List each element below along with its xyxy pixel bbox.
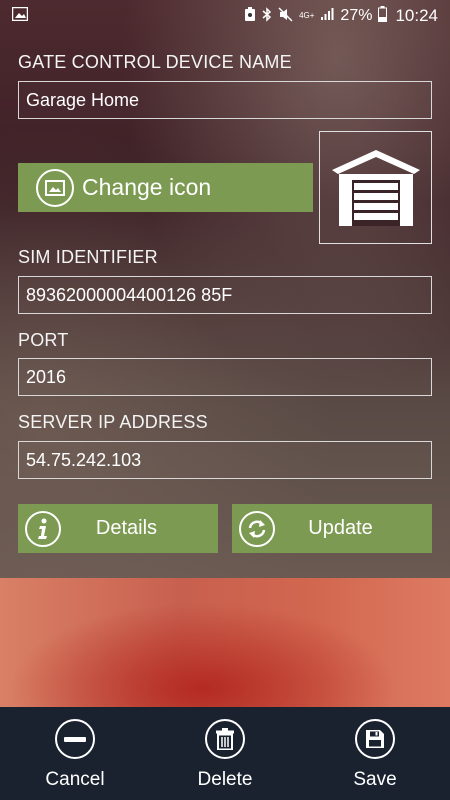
refresh-icon xyxy=(239,510,275,547)
update-label: Update xyxy=(308,517,373,539)
status-bar: 4G+ 27% 10:24 xyxy=(0,0,450,32)
battery-saver-icon xyxy=(244,6,256,26)
port-label: PORT xyxy=(18,330,69,350)
device-name-label: GATE CONTROL DEVICE NAME xyxy=(18,52,292,72)
image-icon xyxy=(36,168,74,207)
garage-icon xyxy=(331,149,420,226)
update-button[interactable]: Update xyxy=(232,504,432,553)
server-ip-input[interactable]: 54.75.242.103 xyxy=(18,441,432,479)
clock: 10:24 xyxy=(395,6,438,25)
minus-circle-icon xyxy=(55,719,95,759)
sim-identifier-label: SIM IDENTIFIER xyxy=(18,247,158,267)
details-label: Details xyxy=(95,517,158,539)
cancel-button[interactable]: Cancel xyxy=(20,719,130,791)
battery-percent: 27% xyxy=(340,7,373,24)
change-icon-button[interactable]: Change icon xyxy=(18,163,313,212)
delete-label: Delete xyxy=(197,769,253,790)
floppy-icon xyxy=(355,719,395,759)
port-input[interactable]: 2016 xyxy=(18,358,432,396)
save-label: Save xyxy=(353,769,397,790)
device-name-input[interactable]: Garage Home xyxy=(18,81,432,119)
battery-icon xyxy=(378,6,388,26)
bluetooth-icon xyxy=(262,6,272,26)
server-ip-label: SERVER IP ADDRESS xyxy=(18,412,208,432)
network-type: 4G+ xyxy=(299,11,315,20)
cancel-label: Cancel xyxy=(45,769,105,790)
trash-icon xyxy=(205,719,245,759)
mute-icon xyxy=(278,6,293,26)
bottom-action-bar: Cancel Delete Save xyxy=(0,707,450,800)
save-button[interactable]: Save xyxy=(320,719,430,791)
gallery-notification-icon xyxy=(11,6,29,25)
device-icon-preview[interactable] xyxy=(319,131,432,244)
delete-button[interactable]: Delete xyxy=(170,719,280,791)
details-button[interactable]: Details xyxy=(18,504,218,553)
info-icon xyxy=(25,510,61,547)
signal-icon xyxy=(320,7,334,25)
sim-identifier-input[interactable]: 89362000004400126 85F xyxy=(18,276,432,314)
change-icon-label: Change icon xyxy=(82,174,212,200)
background-bottom xyxy=(0,578,450,708)
